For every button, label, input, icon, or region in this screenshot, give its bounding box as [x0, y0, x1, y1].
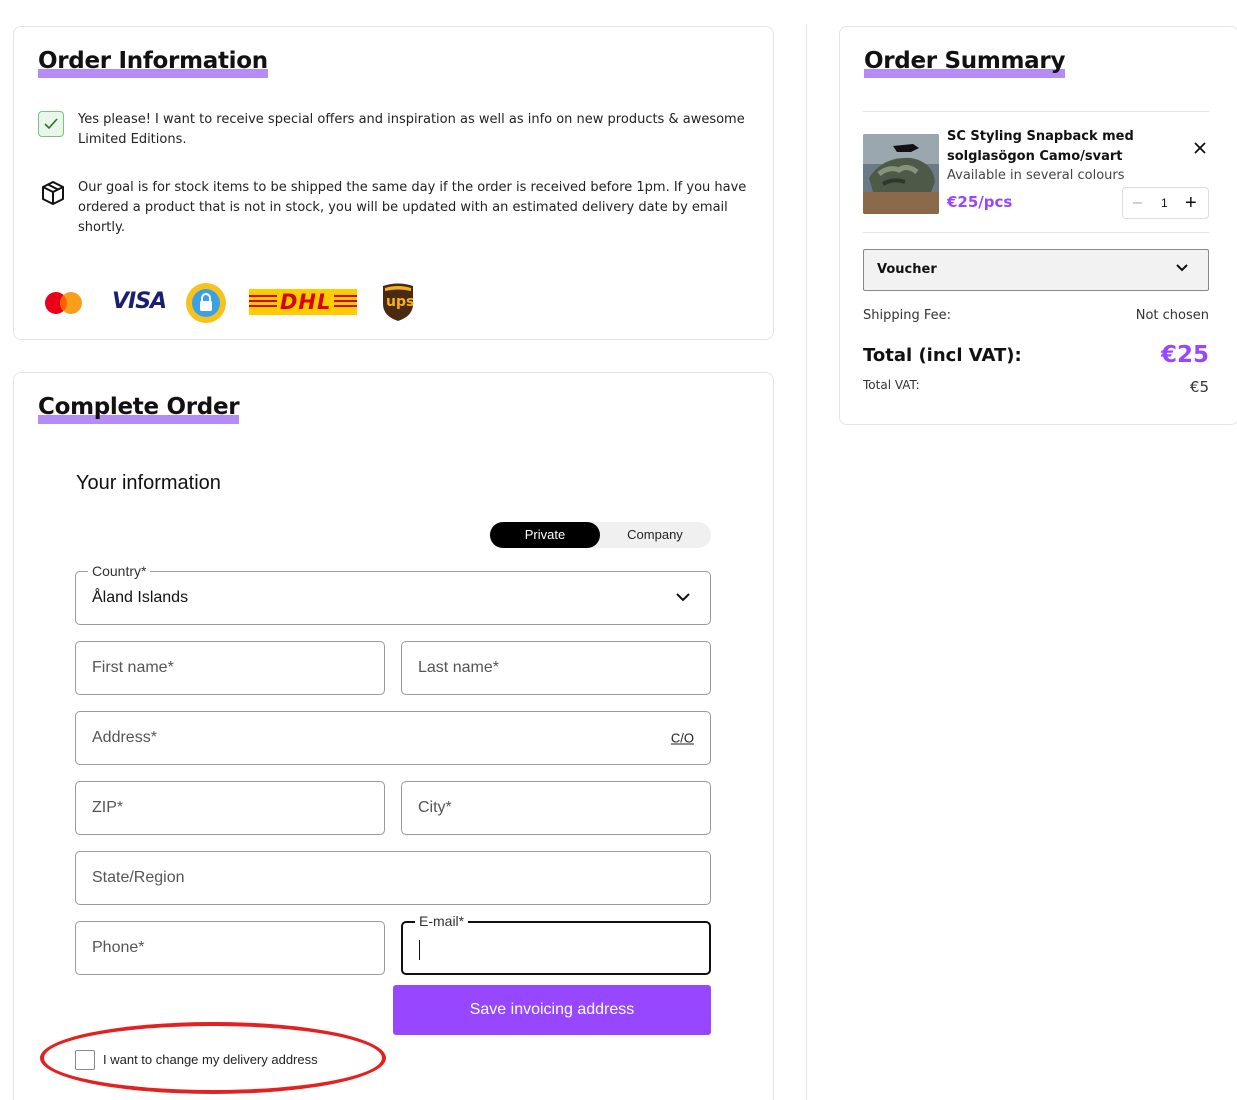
change-delivery-address-label[interactable]: I want to change my delivery address [103, 1052, 318, 1067]
first-name-field[interactable]: First name* [75, 641, 385, 695]
co-link[interactable]: C/O [671, 731, 694, 746]
zip-field[interactable]: ZIP* [75, 781, 385, 835]
your-information-heading: Your information [76, 472, 221, 494]
email-label: E-mail* [415, 913, 469, 929]
email-field[interactable]: E-mail* [401, 913, 711, 975]
total-vat-label: Total VAT: [863, 378, 920, 392]
remove-item-close-icon[interactable] [1192, 140, 1208, 161]
newsletter-checkbox[interactable] [38, 111, 64, 137]
shipping-fee-value: Not chosen [1135, 308, 1209, 323]
country-label: Country* [88, 563, 151, 579]
state-region-field[interactable]: State/Region [75, 851, 711, 905]
trygg-e-handel-icon [185, 282, 227, 329]
check-icon [44, 118, 58, 130]
summary-divider-top [863, 111, 1209, 112]
quantity-stepper: – 1 + [1122, 187, 1209, 219]
product-name[interactable]: SC Styling Snapback med solglasögon Camo… [947, 127, 1147, 167]
phone-field[interactable]: Phone* [75, 921, 385, 975]
save-invoicing-address-button[interactable]: Save invoicing address [393, 985, 711, 1035]
column-divider [806, 24, 807, 1100]
increase-quantity-button[interactable]: + [1185, 193, 1197, 213]
toggle-company[interactable]: Company [599, 522, 711, 548]
visa-icon: VISA [112, 289, 167, 314]
toggle-private[interactable]: Private [490, 522, 600, 548]
voucher-label: Voucher [877, 262, 937, 277]
newsletter-text: Yes please! I want to receive special of… [78, 112, 745, 147]
product-price: €25/pcs [947, 193, 1013, 211]
mastercard-icon [44, 291, 84, 320]
chevron-down-icon [676, 593, 690, 602]
address-field[interactable]: Address* C/O [75, 711, 711, 765]
order-information-title: Order Information [38, 47, 268, 78]
complete-order-title: Complete Order [38, 393, 240, 424]
order-summary-title: Order Summary [864, 47, 1065, 78]
ups-icon: ups [381, 282, 415, 327]
decrease-quantity-button[interactable]: – [1133, 195, 1142, 211]
chevron-down-icon [1176, 264, 1188, 272]
last-name-field[interactable]: Last name* [401, 641, 711, 695]
customer-type-toggle: Private Company [489, 522, 711, 548]
quantity-value[interactable]: 1 [1161, 196, 1168, 210]
city-field[interactable]: City* [401, 781, 711, 835]
product-subtitle: Available in several colours [947, 168, 1125, 183]
total-value: €25 [1160, 342, 1209, 368]
summary-divider-mid [863, 232, 1209, 233]
voucher-dropdown[interactable]: Voucher [863, 249, 1209, 291]
total-label: Total (incl VAT): [863, 345, 1022, 366]
package-icon [40, 180, 66, 211]
product-image [863, 134, 939, 214]
dhl-icon: DHL [249, 289, 357, 315]
country-value: Åland Islands [92, 589, 189, 606]
shipping-fee-label: Shipping Fee: [863, 308, 951, 323]
shipping-info-text: Our goal is for stock items to be shippe… [78, 180, 747, 235]
text-caret [419, 940, 420, 960]
change-delivery-address-checkbox[interactable] [75, 1050, 95, 1070]
country-select[interactable]: Country* Åland Islands [75, 563, 711, 625]
total-vat-value: €5 [1189, 378, 1209, 396]
